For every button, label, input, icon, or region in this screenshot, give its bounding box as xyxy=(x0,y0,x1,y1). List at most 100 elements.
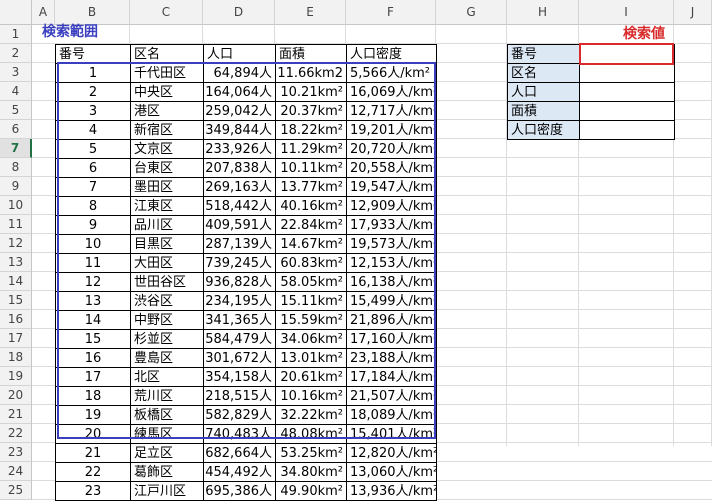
row-header-3[interactable]: 3 xyxy=(0,63,32,82)
row-header-18[interactable]: 18 xyxy=(0,348,32,367)
table-cell[interactable]: 15.11km² xyxy=(275,291,347,311)
row-header-16[interactable]: 16 xyxy=(0,310,32,329)
table-cell[interactable]: 19 xyxy=(55,405,131,425)
table-cell[interactable]: 22 xyxy=(55,462,131,482)
table-cell[interactable]: 文京区 xyxy=(130,139,204,159)
row-header-25[interactable]: 25 xyxy=(0,481,32,500)
table-cell[interactable]: 13.77km² xyxy=(275,177,347,197)
table-cell[interactable]: 34.80km² xyxy=(275,462,347,482)
table-cell[interactable]: 32.22km² xyxy=(275,405,347,425)
table-cell[interactable]: 板橋区 xyxy=(130,405,204,425)
table-cell[interactable]: 218,515人 xyxy=(203,386,276,406)
table-cell[interactable]: 22.84km² xyxy=(275,215,347,235)
table-cell[interactable]: 40.16km² xyxy=(275,196,347,216)
table-cell[interactable]: 新宿区 xyxy=(130,120,204,140)
table-cell[interactable]: 13,060人/km² xyxy=(346,462,437,482)
table-cell[interactable]: 世田谷区 xyxy=(130,272,204,292)
table-cell[interactable]: 江戸川区 xyxy=(130,481,204,501)
table-cell[interactable]: 7 xyxy=(55,177,131,197)
table-cell[interactable]: 23,188人/km² xyxy=(346,348,437,368)
table-cell[interactable]: 12 xyxy=(55,272,131,292)
lookup-value-cell[interactable] xyxy=(579,101,675,121)
lookup-value-cell[interactable] xyxy=(579,120,675,140)
table-cell[interactable]: 16,069人/km² xyxy=(346,82,437,102)
table-cell[interactable]: 301,672人 xyxy=(203,348,276,368)
table-cell[interactable]: 1 xyxy=(55,63,131,83)
table-cell[interactable]: 4 xyxy=(55,120,131,140)
table-cell[interactable]: 454,492人 xyxy=(203,462,276,482)
table-cell[interactable]: 518,442人 xyxy=(203,196,276,216)
table-cell[interactable]: 60.83km² xyxy=(275,253,347,273)
table-cell[interactable]: 23 xyxy=(55,481,131,501)
table-cell[interactable]: 259,042人 xyxy=(203,101,276,121)
table-cell[interactable]: 14 xyxy=(55,310,131,330)
column-header-d[interactable]: D xyxy=(203,0,275,25)
table-cell[interactable]: 20 xyxy=(55,424,131,444)
table-header-cell[interactable]: 人口密度 xyxy=(346,44,437,64)
table-cell[interactable]: 740,483人 xyxy=(203,424,276,444)
table-cell[interactable]: 49.90km² xyxy=(275,481,347,501)
row-header-15[interactable]: 15 xyxy=(0,291,32,310)
table-cell[interactable]: 16 xyxy=(55,348,131,368)
lookup-value-cell[interactable] xyxy=(579,63,675,83)
row-header-24[interactable]: 24 xyxy=(0,462,32,481)
row-header-11[interactable]: 11 xyxy=(0,215,32,234)
lookup-value-cell[interactable] xyxy=(579,44,675,64)
table-cell[interactable]: 千代田区 xyxy=(130,63,204,83)
table-cell[interactable]: 695,386人 xyxy=(203,481,276,501)
table-cell[interactable]: 207,838人 xyxy=(203,158,276,178)
table-cell[interactable]: 足立区 xyxy=(130,443,204,463)
table-cell[interactable]: 3 xyxy=(55,101,131,121)
column-header-c[interactable]: C xyxy=(130,0,203,25)
column-header-j[interactable]: J xyxy=(674,0,712,25)
table-cell[interactable]: 18.22km² xyxy=(275,120,347,140)
table-cell[interactable]: 15,401人/km² xyxy=(346,424,437,444)
row-header-12[interactable]: 12 xyxy=(0,234,32,253)
table-cell[interactable]: 349,844人 xyxy=(203,120,276,140)
table-cell[interactable]: 34.06km² xyxy=(275,329,347,349)
table-cell[interactable]: 10.21km² xyxy=(275,82,347,102)
table-cell[interactable]: 台東区 xyxy=(130,158,204,178)
table-cell[interactable]: 中野区 xyxy=(130,310,204,330)
row-header-8[interactable]: 8 xyxy=(0,158,32,177)
table-cell[interactable]: 19,201人/km² xyxy=(346,120,437,140)
table-cell[interactable]: 17,160人/km² xyxy=(346,329,437,349)
table-cell[interactable]: 341,365人 xyxy=(203,310,276,330)
table-cell[interactable]: 12,717人/km² xyxy=(346,101,437,121)
table-cell[interactable]: 渋谷区 xyxy=(130,291,204,311)
table-cell[interactable]: 21,896人/km² xyxy=(346,310,437,330)
table-cell[interactable]: 58.05km² xyxy=(275,272,347,292)
table-cell[interactable]: 20,720人/km² xyxy=(346,139,437,159)
table-header-cell[interactable]: 面積 xyxy=(275,44,347,64)
table-cell[interactable]: 739,245人 xyxy=(203,253,276,273)
table-cell[interactable]: 354,158人 xyxy=(203,367,276,387)
table-cell[interactable]: 17,933人/km² xyxy=(346,215,437,235)
table-cell[interactable]: 12,820人/km² xyxy=(346,443,437,463)
row-header-6[interactable]: 6 xyxy=(0,120,32,139)
table-cell[interactable]: 13 xyxy=(55,291,131,311)
row-header-2[interactable]: 2 xyxy=(0,44,32,63)
row-header-14[interactable]: 14 xyxy=(0,272,32,291)
table-cell[interactable]: 53.25km² xyxy=(275,443,347,463)
row-header-19[interactable]: 19 xyxy=(0,367,32,386)
table-cell[interactable]: 8 xyxy=(55,196,131,216)
table-cell[interactable]: 墨田区 xyxy=(130,177,204,197)
table-cell[interactable]: 10.11km² xyxy=(275,158,347,178)
table-cell[interactable]: 豊島区 xyxy=(130,348,204,368)
table-cell[interactable]: 287,139人 xyxy=(203,234,276,254)
table-cell[interactable]: 品川区 xyxy=(130,215,204,235)
select-all-corner[interactable] xyxy=(0,0,32,25)
table-cell[interactable]: 584,479人 xyxy=(203,329,276,349)
column-header-i[interactable]: I xyxy=(579,0,674,25)
table-cell[interactable]: 11.29km² xyxy=(275,139,347,159)
table-cell[interactable]: 21 xyxy=(55,443,131,463)
table-cell[interactable]: 17,184人/km² xyxy=(346,367,437,387)
table-cell[interactable]: 18 xyxy=(55,386,131,406)
row-header-5[interactable]: 5 xyxy=(0,101,32,120)
table-cell[interactable]: 269,163人 xyxy=(203,177,276,197)
table-cell[interactable]: 北区 xyxy=(130,367,204,387)
table-cell[interactable]: 13.01km² xyxy=(275,348,347,368)
row-header-21[interactable]: 21 xyxy=(0,405,32,424)
table-header-cell[interactable]: 人口 xyxy=(203,44,276,64)
table-cell[interactable]: 48.08km² xyxy=(275,424,347,444)
